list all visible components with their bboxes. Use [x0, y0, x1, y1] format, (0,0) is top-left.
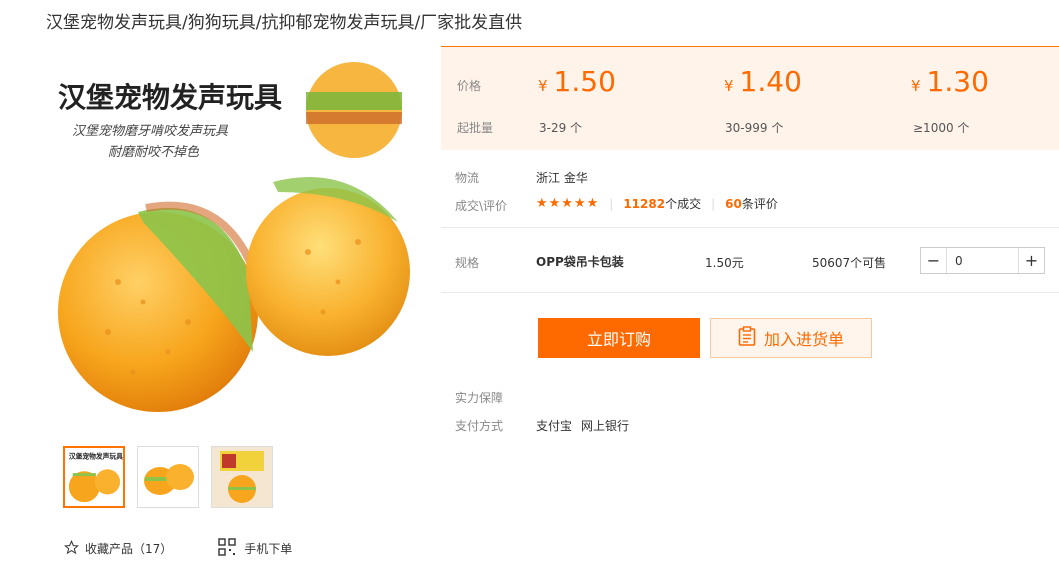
- logistics-section: 物流 浙江 金华 成交\评价 ★★★★★ | 11282 个成交 | 60 条评…: [441, 150, 1059, 228]
- image-line1: 汉堡宠物磨牙啃咬发声玩具: [72, 124, 229, 139]
- image-line2: 耐磨耐咬不掉色: [108, 145, 200, 160]
- favorite-label: 收藏产品（17）: [85, 542, 173, 556]
- payment-label: 支付方式: [455, 419, 504, 433]
- reviews-suffix: 条评价: [741, 197, 778, 211]
- buy-now-button[interactable]: 立即订购: [538, 318, 700, 358]
- price-value: 1.30: [926, 65, 989, 98]
- thumbnail-2[interactable]: [137, 446, 199, 508]
- price-tier-1: ¥1.50: [538, 65, 616, 98]
- product-title: 汉堡宠物发声玩具/狗狗玩具/抗抑郁宠物发声玩具/厂家批发直供: [46, 13, 523, 33]
- favorite-button[interactable]: 收藏产品（17）: [63, 539, 173, 558]
- qr-code-icon: [218, 538, 236, 559]
- guarantee-label: 实力保障: [455, 391, 504, 405]
- image-headline: 汉堡宠物发声玩具: [58, 81, 282, 114]
- divider: |: [609, 196, 614, 211]
- spec-price: 1.50元: [705, 256, 744, 270]
- payment-alipay: 支付宝: [536, 419, 573, 433]
- spec-stock: 50607个可售: [812, 256, 887, 270]
- hamburger-toy-illustration: 汉堡宠物发声玩具 汉堡宠物磨牙啃咬发声玩具 耐磨耐咬不掉色: [58, 62, 410, 412]
- rating-row: ★★★★★ | 11282 个成交 | 60 条评价: [536, 195, 778, 212]
- moq-range-3: ≥1000 个: [913, 121, 970, 135]
- spec-name: OPP袋吊卡包装: [536, 255, 624, 269]
- mobile-order-button[interactable]: 手机下单: [218, 538, 292, 559]
- bottom-actions: 收藏产品（17） 手机下单: [63, 538, 292, 559]
- price-tier-2: ¥1.40: [724, 65, 802, 98]
- decrease-quantity-button[interactable]: −: [921, 248, 947, 273]
- currency-symbol: ¥: [911, 77, 921, 95]
- mobile-order-label: 手机下单: [244, 542, 293, 556]
- moq-range-2: 30-999 个: [725, 121, 784, 135]
- price-value: 1.50: [553, 65, 616, 98]
- price-tier-3: ¥1.30: [911, 65, 989, 98]
- deals-suffix: 个成交: [665, 197, 702, 211]
- divider: |: [711, 196, 716, 211]
- add-to-cart-button[interactable]: 加入进货单: [710, 318, 872, 358]
- rating-stars-icon: ★★★★★: [536, 196, 600, 211]
- deals-count[interactable]: 11282: [623, 197, 665, 211]
- price-panel: 价格 起批量 ¥1.50 ¥1.40 ¥1.30 3-29 个 30-999 个…: [441, 46, 1059, 150]
- deal-review-label: 成交\评价: [455, 199, 508, 213]
- spec-label: 规格: [455, 256, 480, 270]
- add-to-cart-label: 加入进货单: [763, 330, 844, 349]
- reviews-count[interactable]: 60: [725, 197, 742, 211]
- thumbnail-1[interactable]: 汉堡宠物发声玩具: [63, 446, 125, 508]
- price-label: 价格: [457, 79, 482, 93]
- quantity-input[interactable]: [947, 248, 1018, 273]
- increase-quantity-button[interactable]: +: [1018, 248, 1044, 273]
- logistics-origin: 浙江 金华: [536, 171, 588, 185]
- moq-label: 起批量: [457, 121, 494, 135]
- price-value: 1.40: [739, 65, 802, 98]
- moq-range-1: 3-29 个: [539, 121, 583, 135]
- currency-symbol: ¥: [538, 77, 548, 95]
- thumbnail-3[interactable]: [211, 446, 273, 508]
- thumbnail-strip: 汉堡宠物发声玩具: [63, 446, 273, 508]
- currency-symbol: ¥: [724, 77, 734, 95]
- star-outline-icon: [63, 539, 80, 558]
- quantity-stepper: − +: [920, 247, 1045, 274]
- payment-online-bank: 网上银行: [581, 419, 630, 433]
- thumb-headline: 汉堡宠物发声玩具: [69, 452, 123, 461]
- clipboard-icon: [738, 326, 756, 350]
- main-product-image[interactable]: 汉堡宠物发声玩具 汉堡宠物磨牙啃咬发声玩具 耐磨耐咬不掉色: [48, 52, 420, 424]
- logistics-label: 物流: [455, 171, 480, 185]
